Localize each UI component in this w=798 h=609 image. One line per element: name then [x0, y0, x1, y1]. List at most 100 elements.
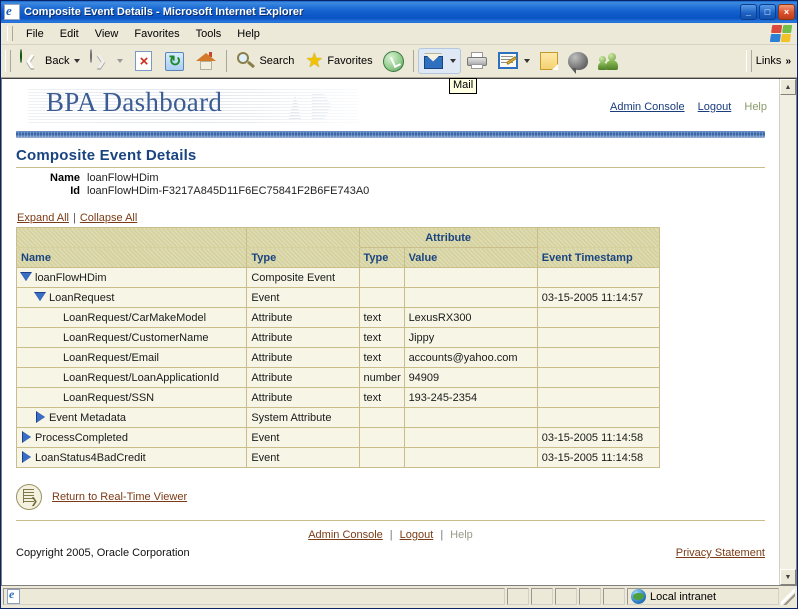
favorites-button[interactable]: ★ Favorites — [299, 48, 377, 74]
header-link-admin-console[interactable]: Admin Console — [610, 101, 685, 113]
toolbar-grip[interactable] — [5, 50, 11, 72]
table-row: LoanRequest/LoanApplicationId Attribute nu… — [15, 367, 661, 388]
mail-dropdown-icon[interactable] — [449, 59, 456, 63]
chevron-overflow-icon[interactable]: » — [785, 56, 791, 67]
edit-dropdown-icon[interactable] — [523, 59, 530, 63]
menu-item-view[interactable]: View — [87, 26, 127, 42]
favorites-label: Favorites — [327, 55, 373, 67]
expand-all-link[interactable]: Expand All — [17, 212, 69, 224]
back-dropdown-icon[interactable] — [74, 59, 81, 63]
field-row-name: Name loanFlowHDim — [2, 172, 779, 184]
links-label[interactable]: Links — [756, 55, 782, 67]
header-attribute-group: Attribute — [358, 227, 538, 248]
cell-name: LoanRequest/SSN — [15, 387, 248, 408]
footer-link-help: Help — [450, 529, 473, 541]
header-links: Admin Console Logout Help — [600, 101, 767, 113]
collapse-triangle-icon[interactable] — [20, 272, 32, 283]
menu-item-file[interactable]: File — [18, 26, 52, 42]
status-bar: Local intranet — [1, 586, 797, 608]
cell-name: LoanRequest/CustomerName — [15, 327, 248, 348]
page-title: Composite Event Details — [16, 147, 197, 164]
messenger-button[interactable] — [563, 48, 593, 74]
cell-name: LoanRequest/LoanApplicationId — [15, 367, 248, 388]
menu-grip[interactable] — [7, 26, 13, 41]
header-attr-value[interactable]: Value — [403, 247, 538, 268]
edit-page-icon — [497, 52, 519, 70]
header-attr-type[interactable]: Type — [358, 247, 405, 268]
home-icon — [195, 51, 217, 71]
star-icon: ★ — [305, 49, 324, 72]
events-table-section: Expand All | Collapse All Attribute Name… — [15, 211, 661, 468]
forward-dropdown-icon[interactable] — [117, 59, 124, 63]
scroll-down-button[interactable]: ▼ — [780, 569, 796, 585]
header-blank-type — [246, 227, 360, 248]
footer-link-logout[interactable]: Logout — [400, 529, 434, 541]
discuss-icon — [567, 52, 588, 74]
scroll-track[interactable] — [780, 95, 796, 569]
footer-separator-1: | — [389, 529, 393, 541]
home-button[interactable] — [190, 48, 222, 74]
search-icon — [236, 51, 256, 71]
collapse-triangle-icon[interactable] — [34, 292, 46, 303]
header-type[interactable]: Type — [246, 247, 360, 268]
expand-triangle-icon[interactable] — [21, 431, 32, 443]
table-row: Event Metadata System Attribute — [15, 407, 661, 428]
menu-item-tools[interactable]: Tools — [188, 26, 230, 42]
collapse-all-link[interactable]: Collapse All — [80, 212, 137, 224]
security-zone-label: Local intranet — [650, 590, 717, 603]
table-row: LoanStatus4BadCredit Event 03-15-2005 11:1… — [15, 447, 661, 468]
people-button[interactable] — [593, 48, 625, 74]
refresh-icon — [165, 51, 185, 71]
cell-attr-type — [358, 427, 405, 448]
forward-button[interactable]: ❯ — [85, 48, 128, 74]
security-zone-pane[interactable]: Local intranet — [627, 588, 779, 605]
history-button[interactable] — [378, 48, 409, 74]
row-name-label: Event Metadata — [49, 411, 127, 424]
field-value-id: loanFlowHDim-F3217A845D11F6EC75841F2B6FE… — [87, 185, 370, 197]
cell-attr-type — [358, 407, 405, 428]
cell-timestamp — [536, 347, 661, 368]
cell-timestamp — [536, 267, 661, 288]
privacy-statement-link[interactable]: Privacy Statement — [676, 547, 765, 559]
header-name[interactable]: Name — [15, 247, 248, 268]
table-head: Attribute Name Type Type Value Event Tim… — [15, 227, 661, 268]
expand-triangle-icon[interactable] — [21, 451, 32, 463]
print-button[interactable] — [461, 48, 493, 74]
row-name-label: LoanRequest — [49, 291, 115, 304]
links-grip[interactable] — [745, 50, 752, 72]
cell-attr-value — [403, 407, 538, 428]
header-event-timestamp[interactable]: Event Timestamp — [536, 247, 661, 268]
cell-timestamp: 03-15-2005 11:14:58 — [536, 427, 661, 448]
status-pane-3 — [555, 588, 577, 605]
return-to-realtime-viewer-link[interactable]: Return to Real-Time Viewer — [52, 491, 187, 503]
menu-item-help[interactable]: Help — [229, 26, 268, 42]
cell-type: Attribute — [246, 307, 360, 328]
cell-name: ProcessCompleted — [15, 427, 248, 448]
footer-link-admin-console[interactable]: Admin Console — [308, 529, 383, 541]
notes-button[interactable] — [535, 48, 563, 74]
minimize-button[interactable]: _ — [740, 4, 757, 20]
mail-button[interactable] — [417, 48, 461, 74]
back-button[interactable]: ❮ Back — [15, 48, 85, 74]
note-icon — [539, 52, 558, 70]
header-link-logout[interactable]: Logout — [698, 101, 732, 113]
page-icon — [7, 587, 20, 604]
maximize-button[interactable]: □ — [759, 4, 776, 20]
edit-button[interactable] — [493, 48, 535, 74]
close-button[interactable]: × — [778, 4, 795, 20]
menu-item-favorites[interactable]: Favorites — [126, 26, 187, 42]
windows-logo-icon — [769, 25, 793, 42]
search-button[interactable]: Search — [231, 48, 299, 74]
vertical-scrollbar[interactable]: ▲ ▼ — [779, 79, 796, 585]
stop-button[interactable] — [128, 48, 159, 74]
resize-grip[interactable] — [781, 588, 795, 605]
row-name-label: LoanRequest/CustomerName — [63, 331, 209, 344]
menu-item-edit[interactable]: Edit — [52, 26, 87, 42]
cell-attr-type: text — [358, 347, 405, 368]
expand-triangle-icon[interactable] — [35, 411, 46, 423]
cell-timestamp — [536, 307, 661, 328]
cell-type: Event — [246, 287, 360, 308]
row-name-label: LoanRequest/Email — [63, 351, 160, 364]
scroll-up-button[interactable]: ▲ — [780, 79, 796, 95]
refresh-button[interactable] — [159, 48, 190, 74]
